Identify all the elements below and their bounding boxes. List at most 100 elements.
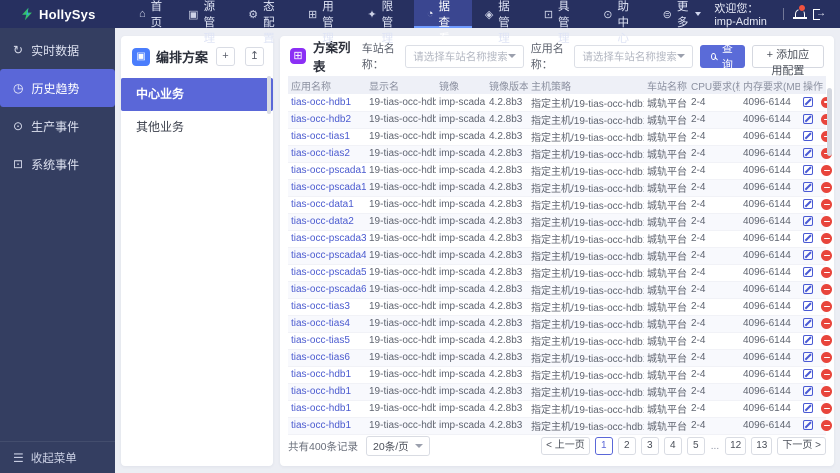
- next-page-button[interactable]: 下一页 >: [777, 437, 826, 455]
- nav-item-tools[interactable]: ⊡ 工具管理: [531, 0, 590, 45]
- edit-icon[interactable]: [803, 352, 813, 363]
- delete-icon[interactable]: [821, 402, 832, 414]
- page-button-2[interactable]: 2: [617, 437, 636, 455]
- delete-icon[interactable]: [821, 249, 832, 261]
- delete-icon[interactable]: [821, 181, 832, 193]
- nav-item-home[interactable]: ⌂ 首页: [126, 0, 175, 29]
- edit-icon[interactable]: [803, 403, 813, 414]
- app-name-link[interactable]: tias-occ-tias1: [288, 128, 366, 146]
- delete-icon[interactable]: [821, 300, 832, 312]
- app-name-link[interactable]: tias-occ-tias4: [288, 315, 366, 333]
- nav-item-help[interactable]: ⊙ 帮助中心: [590, 0, 649, 45]
- app-name-link[interactable]: tias-occ-pscada6: [288, 281, 366, 299]
- edit-icon[interactable]: [803, 250, 813, 261]
- edit-icon[interactable]: [803, 233, 813, 244]
- delete-icon[interactable]: [821, 317, 832, 329]
- edit-icon[interactable]: [803, 301, 813, 312]
- app-name-link[interactable]: tias-occ-tias5: [288, 332, 366, 350]
- delete-icon[interactable]: [821, 368, 832, 380]
- station-select[interactable]: 请选择车站名称搜索: [405, 44, 524, 68]
- delete-icon[interactable]: [821, 334, 832, 346]
- app-name-link[interactable]: tias-occ-hdb1: [288, 366, 366, 384]
- app-name-link[interactable]: tias-occ-pscada3: [288, 230, 366, 248]
- plan-scrollbar[interactable]: [267, 76, 271, 114]
- app-name-link[interactable]: tias-occ-hdb2: [288, 111, 366, 129]
- sidebar-item-realtime[interactable]: ↻ 实时数据: [0, 31, 115, 69]
- table-row: tias-occ-data219-tias-occ-hdb1imp-scada4…: [288, 213, 832, 231]
- app-name-link[interactable]: tias-occ-tias2: [288, 145, 366, 163]
- notification-bell-icon[interactable]: [793, 3, 808, 21]
- app-name-link[interactable]: tias-occ-pscada1: [288, 162, 366, 180]
- app-name-link[interactable]: tias-occ-data2: [288, 213, 366, 231]
- app-name-link[interactable]: tias-occ-pscada1: [288, 179, 366, 197]
- edit-icon[interactable]: [803, 148, 813, 159]
- add-app-config-button[interactable]: + 添加应用配置: [751, 44, 824, 77]
- app-name-link[interactable]: tias-occ-data1: [288, 196, 366, 214]
- delete-icon[interactable]: [821, 232, 832, 244]
- nav-item-config[interactable]: ⚙ 组态配置: [235, 0, 295, 45]
- prev-page-button[interactable]: < 上一页: [541, 437, 590, 455]
- table-scrollbar[interactable]: [827, 88, 832, 156]
- resource-icon: ▣: [188, 8, 199, 21]
- sidebar-item-production[interactable]: ⊙ 生产事件: [0, 107, 115, 145]
- page-button-3[interactable]: 3: [640, 437, 659, 455]
- table-cell: 城轨平台: [644, 162, 688, 180]
- plan-item[interactable]: 中心业务: [121, 78, 273, 111]
- plan-item[interactable]: 其他业务: [121, 111, 273, 144]
- app-select[interactable]: 请选择车站名称搜索: [574, 44, 693, 68]
- sidebar-item-system[interactable]: ⊡ 系统事件: [0, 145, 115, 183]
- page-button-1[interactable]: 1: [594, 437, 613, 455]
- delete-icon[interactable]: [821, 215, 832, 227]
- nav-item-dataview[interactable]: ◔ 数据查看: [413, 0, 472, 45]
- delete-icon[interactable]: [821, 385, 832, 397]
- edit-icon[interactable]: [803, 131, 813, 142]
- nav-item-app[interactable]: ⊞ 应用管理: [295, 0, 354, 45]
- app-name-link[interactable]: tias-occ-pscada4: [288, 247, 366, 265]
- page-button-5[interactable]: 5: [686, 437, 705, 455]
- app-name-link[interactable]: tias-occ-tias3: [288, 298, 366, 316]
- import-plan-button[interactable]: ↥: [245, 47, 264, 66]
- delete-icon[interactable]: [821, 266, 832, 278]
- app-name-link[interactable]: tias-occ-hdb1: [288, 383, 366, 401]
- edit-icon[interactable]: [803, 199, 813, 210]
- app-name-link[interactable]: tias-occ-hdb1: [288, 94, 366, 112]
- app-name-link[interactable]: tias-occ-hdb1: [288, 400, 366, 418]
- nav-item-permission[interactable]: ✦ 权限管理: [354, 0, 413, 45]
- sidebar-item-history[interactable]: ◷ 历史趋势: [0, 69, 115, 107]
- edit-icon[interactable]: [803, 284, 813, 295]
- nav-item-datamanage[interactable]: ◈ 数据管理: [472, 0, 531, 45]
- delete-icon[interactable]: [821, 198, 832, 210]
- edit-icon[interactable]: [803, 369, 813, 380]
- table-cell: 4096-6144: [740, 349, 800, 367]
- page-button-12[interactable]: 12: [725, 437, 747, 455]
- edit-icon[interactable]: [803, 267, 813, 278]
- table-cell: 4096-6144: [740, 332, 800, 350]
- edit-icon[interactable]: [803, 182, 813, 193]
- table-cell: imp-scada: [436, 298, 486, 316]
- nav-item-more[interactable]: ⊜ 更多: [650, 0, 715, 29]
- delete-icon[interactable]: [821, 419, 832, 431]
- edit-icon[interactable]: [803, 420, 813, 431]
- page-size-select[interactable]: 20条/页: [366, 436, 430, 456]
- logout-icon[interactable]: →: [813, 8, 826, 20]
- edit-icon[interactable]: [803, 216, 813, 227]
- edit-icon[interactable]: [803, 335, 813, 346]
- table-row: tias-occ-hdb119-tias-occ-hdb1imp-scada4.…: [288, 383, 832, 401]
- edit-icon[interactable]: [803, 97, 813, 108]
- search-button[interactable]: 查询: [699, 43, 745, 71]
- add-plan-button[interactable]: +: [216, 47, 235, 66]
- delete-icon[interactable]: [821, 351, 832, 363]
- collapse-menu-button[interactable]: ☰ 收起菜单: [0, 441, 115, 473]
- edit-icon[interactable]: [803, 386, 813, 397]
- delete-icon[interactable]: [821, 283, 832, 295]
- app-name-link[interactable]: tias-occ-hdb1: [288, 417, 366, 435]
- page-button-13[interactable]: 13: [751, 437, 773, 455]
- app-name-link[interactable]: tias-occ-tias6: [288, 349, 366, 367]
- edit-icon[interactable]: [803, 165, 813, 176]
- edit-icon[interactable]: [803, 114, 813, 125]
- nav-item-resource[interactable]: ▣ 资源管理: [175, 0, 235, 45]
- delete-icon[interactable]: [821, 164, 832, 176]
- app-name-link[interactable]: tias-occ-pscada5: [288, 264, 366, 282]
- page-button-4[interactable]: 4: [663, 437, 682, 455]
- edit-icon[interactable]: [803, 318, 813, 329]
